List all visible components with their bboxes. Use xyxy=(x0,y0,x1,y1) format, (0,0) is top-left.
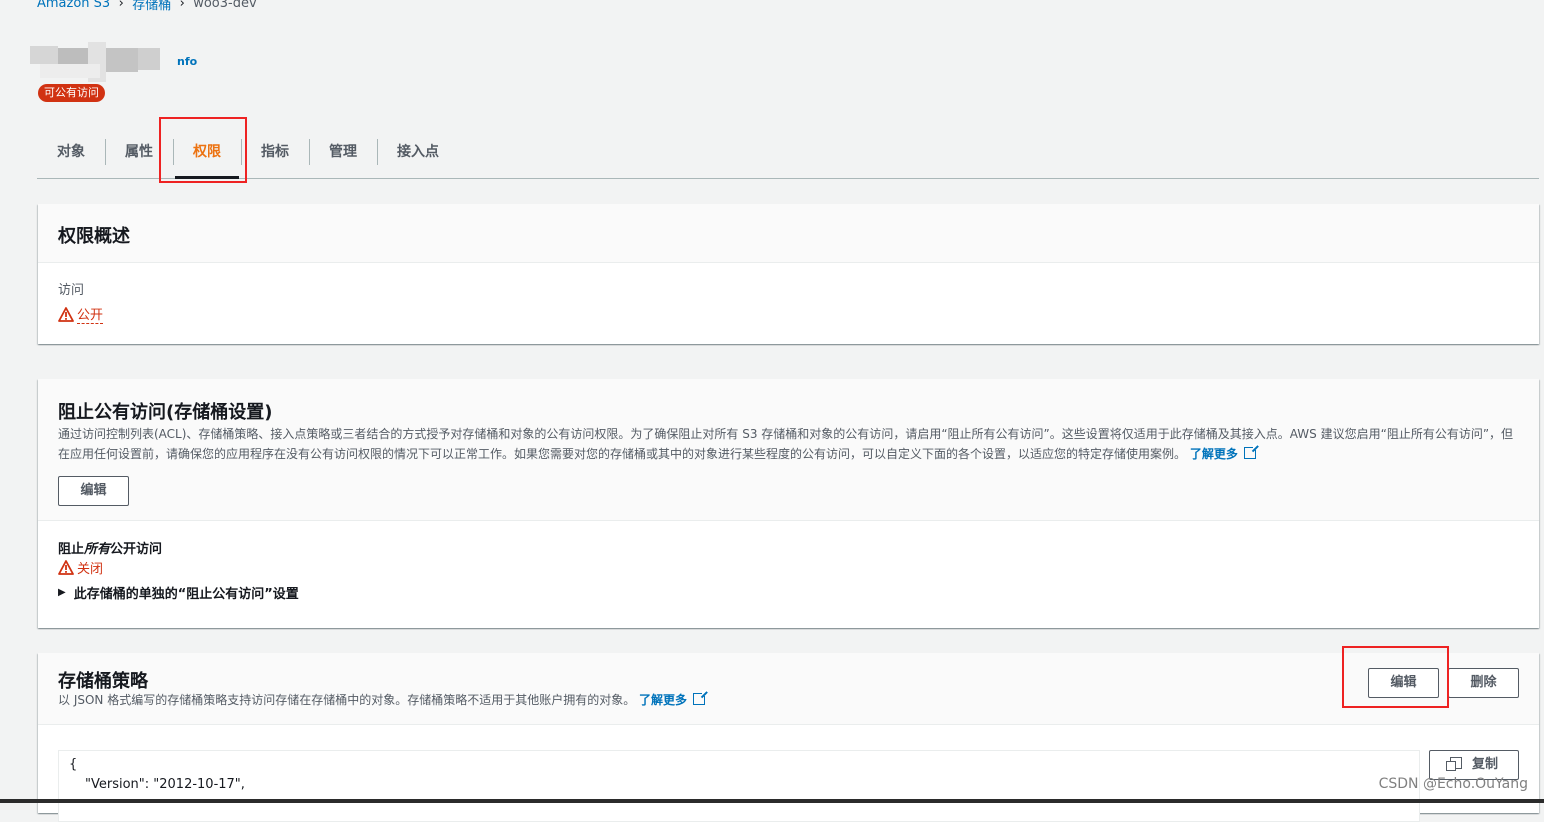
code-line: { xyxy=(69,757,78,772)
external-link-icon xyxy=(1243,444,1259,459)
chevron-right-icon: › xyxy=(118,0,124,11)
block-all-setting-label: 阻止所有公开访问 xyxy=(58,538,162,557)
tab-objects[interactable]: 对象 xyxy=(37,137,105,167)
policy-code-view: { "Version": "2012-10-17", xyxy=(58,750,1420,822)
block-public-access-panel: 阻止公有访问(存储桶设置) 通过访问控制列表(ACL)、存储桶策略、接入点策略或… xyxy=(38,379,1539,628)
chevron-right-icon: › xyxy=(179,0,185,11)
breadcrumb: Amazon S3 › 存储桶 › woo3-dev xyxy=(37,0,257,13)
bucket-policy-panel: 存储桶策略 以 JSON 格式编写的存储桶策略支持访问存储在存储桶中的对象。存储… xyxy=(38,653,1539,822)
external-link-icon xyxy=(693,690,709,705)
expander-label: 此存储桶的单独的“阻止公有访问”设置 xyxy=(73,587,299,602)
access-value-text[interactable]: 公开 xyxy=(77,304,104,324)
setting-value-text: 关闭 xyxy=(77,562,104,577)
description-text: 在应用任何设置前，请确保您的应用程序在没有公有访问权限的情况下可以正常工作。如果… xyxy=(58,447,1187,461)
public-access-badge: 可公有访问 xyxy=(38,84,105,102)
highlight-box-edit-policy xyxy=(1342,646,1449,708)
description-line: 通过访问控制列表(ACL)、存储桶策略、接入点策略或三者结合的方式授予对存储桶和… xyxy=(58,427,1514,441)
setting-suffix: 公开访问 xyxy=(110,542,163,557)
setting-italic: 所有 xyxy=(84,542,111,557)
description-line: 在应用任何设置前，请确保您的应用程序在没有公有访问权限的情况下可以正常工作。如果… xyxy=(58,444,1523,464)
panel-header: 阻止公有访问(存储桶设置) 通过访问控制列表(ACL)、存储桶策略、接入点策略或… xyxy=(38,379,1539,521)
highlight-box-permissions-tab xyxy=(159,117,247,183)
delete-policy-button[interactable]: 删除 xyxy=(1448,668,1519,698)
access-label: 访问 xyxy=(58,283,85,298)
blurred-bucket-name xyxy=(30,42,175,82)
info-link[interactable]: nfo xyxy=(177,55,197,68)
caret-right-icon: ▶ xyxy=(58,587,66,598)
edit-button[interactable]: 编辑 xyxy=(58,476,129,506)
access-value: 公开 xyxy=(58,304,104,324)
breadcrumb-amazon-s3[interactable]: Amazon S3 xyxy=(37,0,110,11)
panel-header: 权限概述 xyxy=(38,204,1539,263)
panel-title: 阻止公有访问(存储桶设置) xyxy=(58,402,273,423)
copy-icon xyxy=(1445,757,1462,771)
learn-more-link[interactable]: 了解更多 xyxy=(1190,447,1238,461)
description-text: 以 JSON 格式编写的存储桶策略支持访问存储在存储桶中的对象。存储桶策略不适用… xyxy=(58,693,636,707)
panel-header: 存储桶策略 以 JSON 格式编写的存储桶策略支持访问存储在存储桶中的对象。存储… xyxy=(38,653,1539,725)
tab-management[interactable]: 管理 xyxy=(309,137,377,167)
breadcrumb-buckets[interactable]: 存储桶 xyxy=(132,0,171,13)
watermark: CSDN @Echo.OuYang xyxy=(1378,776,1528,792)
copy-label: 复制 xyxy=(1471,757,1498,772)
panel-description: 通过访问控制列表(ACL)、存储桶策略、接入点策略或三者结合的方式授予对存储桶和… xyxy=(58,424,1523,464)
permissions-overview-panel: 权限概述 访问 公开 xyxy=(38,204,1539,344)
code-line: "Version": "2012-10-17", xyxy=(85,777,245,792)
block-all-setting-value: 关闭 xyxy=(58,558,103,577)
tab-bar: 对象 属性 权限 指标 管理 接入点 xyxy=(37,126,1539,179)
tab-metrics[interactable]: 指标 xyxy=(241,137,309,167)
breadcrumb-current: woo3-dev xyxy=(193,0,257,11)
tab-access-points[interactable]: 接入点 xyxy=(377,137,459,167)
warning-icon xyxy=(58,306,74,322)
setting-prefix: 阻止 xyxy=(58,542,85,557)
panel-description: 以 JSON 格式编写的存储桶策略支持访问存储在存储桶中的对象。存储桶策略不适用… xyxy=(58,690,709,710)
panel-title: 权限概述 xyxy=(58,226,130,247)
learn-more-link[interactable]: 了解更多 xyxy=(639,693,687,707)
warning-icon xyxy=(58,560,74,575)
bottom-strip xyxy=(0,799,1544,803)
individual-settings-expander[interactable]: ▶ 此存储桶的单独的“阻止公有访问”设置 xyxy=(58,583,299,602)
